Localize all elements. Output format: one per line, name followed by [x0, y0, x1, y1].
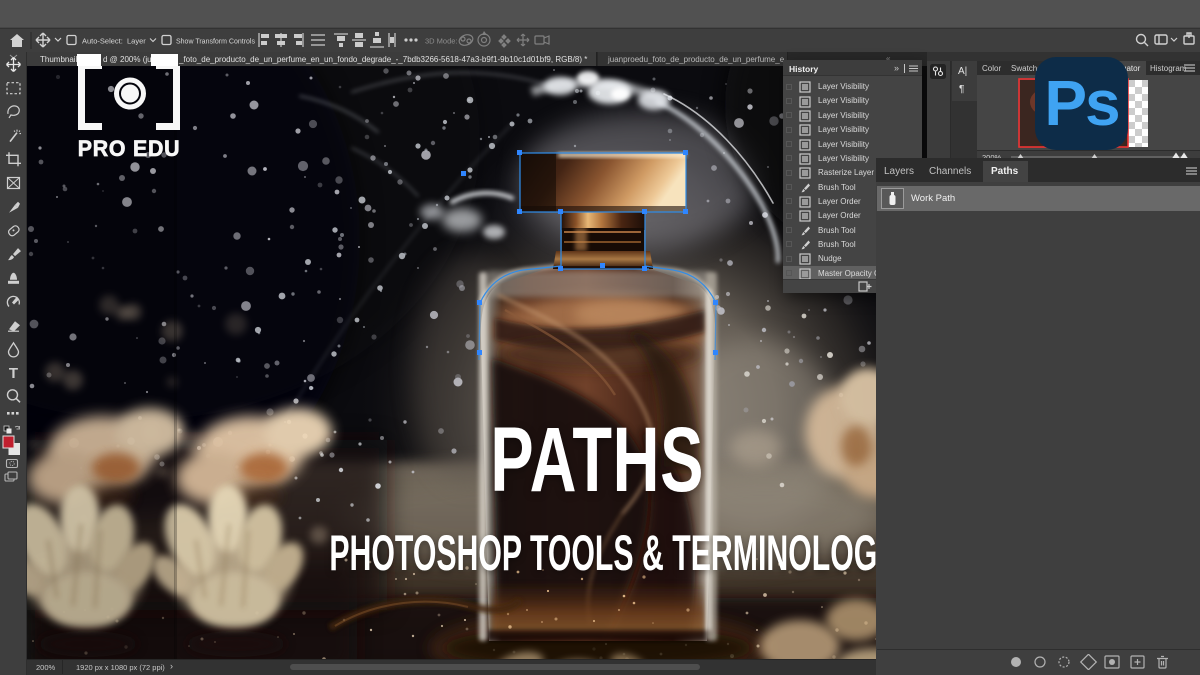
svg-text:3D Mode:: 3D Mode: — [425, 37, 458, 46]
svg-text:PRO EDU: PRO EDU — [78, 136, 181, 161]
svg-text:T: T — [9, 365, 18, 382]
svg-text:Show Transform Controls: Show Transform Controls — [176, 39, 255, 46]
svg-text:Auto-Select:: Auto-Select: — [82, 37, 123, 46]
svg-text:Layer: Layer — [127, 37, 146, 46]
